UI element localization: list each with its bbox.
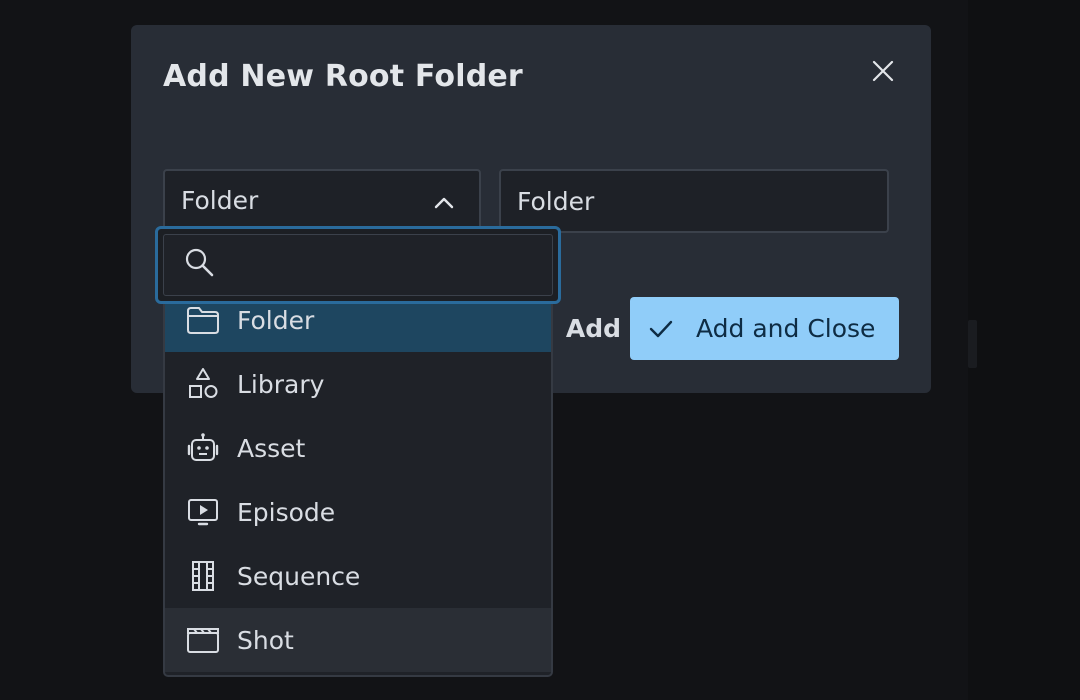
option-episode[interactable]: Episode (165, 480, 551, 544)
background-panel (968, 0, 1080, 700)
option-label: Library (237, 369, 325, 399)
search-icon (184, 247, 216, 285)
add-and-close-label: Add and Close (696, 314, 876, 343)
option-library[interactable]: Library (165, 352, 551, 416)
dropdown-search-focus-ring (155, 226, 561, 304)
play-screen-icon (185, 494, 221, 530)
folder-type-value: Folder (181, 185, 259, 215)
film-strip-icon (185, 558, 221, 594)
option-label: Folder (237, 305, 315, 335)
folder-name-field[interactable] (499, 169, 889, 233)
robot-icon (185, 430, 221, 466)
option-label: Shot (237, 625, 294, 655)
option-sequence[interactable]: Sequence (165, 544, 551, 608)
option-label: Sequence (237, 561, 361, 591)
close-icon (872, 60, 894, 82)
chevron-up-icon (433, 191, 455, 220)
background-scrollbar[interactable] (968, 320, 977, 368)
dialog-title: Add New Root Folder (163, 59, 523, 94)
option-label: Asset (237, 433, 306, 463)
dropdown-search (163, 234, 553, 296)
folder-icon (185, 302, 221, 338)
dropdown-search-input[interactable] (228, 243, 542, 289)
clapperboard-icon (185, 622, 221, 658)
option-shot[interactable]: Shot (165, 608, 551, 672)
option-label: Episode (237, 497, 336, 527)
close-button[interactable] (865, 53, 901, 89)
folder-type-select[interactable]: Folder (163, 169, 481, 231)
check-icon (648, 316, 674, 342)
add-and-close-button[interactable]: Add and Close (630, 297, 899, 360)
shapes-icon (185, 366, 221, 402)
folder-type-options: Folder Library Asset Episode Sequence Sh… (165, 288, 551, 672)
option-asset[interactable]: Asset (165, 416, 551, 480)
